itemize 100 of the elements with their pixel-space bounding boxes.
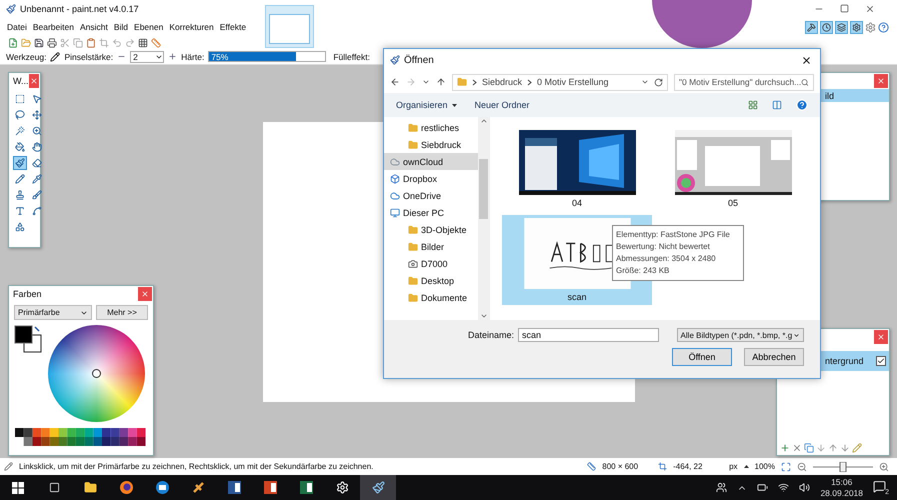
layers-toggle[interactable]	[835, 20, 848, 34]
view-icon[interactable]	[748, 100, 758, 110]
nav-item[interactable]: 3D-Objekte	[384, 221, 478, 238]
new-folder-button[interactable]: Neuer Ordner	[474, 100, 530, 110]
caret-icon[interactable]	[641, 78, 649, 86]
print-icon[interactable]	[47, 38, 57, 48]
volume-icon[interactable]	[799, 482, 810, 493]
scrollbar[interactable]	[478, 117, 489, 320]
clock-toggle[interactable]	[820, 20, 833, 34]
filetype-dropdown[interactable]: Alle Bildtypen (*.pdn, *.bmp, *.g	[676, 328, 804, 342]
shapes-tool[interactable]	[13, 220, 27, 234]
nav-item[interactable]: Bilder	[384, 238, 478, 255]
hammer-toggle[interactable]	[805, 20, 818, 34]
nav-item[interactable]: D7000	[384, 255, 478, 272]
battery-icon[interactable]	[757, 482, 768, 493]
bucket-tool[interactable]	[13, 140, 27, 154]
visibility-checkbox[interactable]	[876, 356, 886, 366]
nav-item[interactable]: Siebdruck	[384, 136, 478, 153]
nav-item[interactable]: Dieser PC	[384, 204, 478, 221]
menu-item[interactable]: Effekte	[216, 22, 250, 32]
file-tile[interactable]: 05	[658, 121, 808, 211]
slider-thumb[interactable]	[840, 462, 846, 472]
hardness-slider[interactable]: 75%	[208, 51, 326, 62]
new-file-icon[interactable]	[8, 38, 18, 48]
filename-field[interactable]: scan	[518, 328, 659, 342]
nav-item[interactable]: Dropbox	[384, 170, 478, 187]
brush-size-field[interactable]: 2	[130, 50, 164, 62]
back-icon[interactable]	[390, 77, 400, 87]
menu-item[interactable]: Korrekturen	[166, 22, 217, 32]
zoom-in-icon[interactable]	[879, 462, 889, 472]
grid-icon[interactable]	[138, 38, 148, 48]
delete-icon[interactable]	[792, 443, 802, 453]
pencil-tool[interactable]	[13, 172, 27, 186]
open-button[interactable]: Öffnen	[672, 348, 732, 366]
menu-item[interactable]: Datei	[4, 22, 30, 32]
maximize-icon[interactable]	[840, 4, 849, 13]
up-icon[interactable]	[436, 77, 446, 87]
nav-item[interactable]: restliches	[384, 119, 478, 136]
dashed-square-tool[interactable]	[13, 92, 27, 106]
down-arrow-icon[interactable]	[840, 443, 850, 453]
brush-tool-icon[interactable]	[50, 52, 60, 62]
unit-selector[interactable]: px	[729, 462, 738, 471]
scroll-down-icon[interactable]	[480, 312, 488, 320]
refresh-icon[interactable]	[654, 78, 663, 86]
nav-item[interactable]: Dokumente	[384, 289, 478, 306]
clock-date[interactable]: 28.09.2018	[820, 488, 863, 498]
close-button[interactable]	[874, 74, 888, 88]
nav-item[interactable]: Desktop	[384, 272, 478, 289]
wifi-icon[interactable]	[778, 482, 790, 493]
wand-tool[interactable]	[13, 124, 27, 138]
more-button[interactable]: Mehr >>	[96, 305, 148, 320]
color-wheel[interactable]	[48, 325, 145, 422]
close-button[interactable]	[138, 287, 152, 301]
history-caret-icon[interactable]	[422, 78, 430, 86]
scroll-thumb[interactable]	[479, 158, 488, 218]
preview-pane-icon[interactable]	[772, 100, 782, 110]
zoom-slider[interactable]	[813, 462, 873, 472]
pipette-tool[interactable]	[30, 172, 44, 186]
search-field[interactable]: "0 Motiv Erstellung" durchsuch...	[674, 74, 814, 90]
increase-icon[interactable]	[168, 52, 178, 61]
close-icon[interactable]	[865, 4, 875, 14]
clock-time[interactable]: 15:06	[831, 476, 852, 488]
close-button[interactable]	[28, 74, 39, 88]
people-icon[interactable]	[716, 482, 728, 493]
nav-item[interactable]: ownCloud	[384, 153, 478, 170]
organize-menu[interactable]: Organisieren	[396, 100, 448, 110]
clipboard-icon[interactable]	[86, 38, 96, 48]
menu-item[interactable]: Bearbeiten	[30, 22, 77, 32]
move-arrows-tool[interactable]	[30, 108, 44, 122]
settings-icon[interactable]	[865, 22, 876, 32]
brush-tool[interactable]	[13, 156, 27, 170]
curve-tool[interactable]	[30, 204, 44, 218]
menu-item[interactable]: Bild	[110, 22, 132, 32]
scroll-up-icon[interactable]	[480, 117, 488, 125]
hand-tool[interactable]	[30, 140, 44, 154]
file-tile[interactable]: 04	[502, 121, 652, 211]
path-segment[interactable]: Siebdruck	[482, 77, 522, 87]
close-icon[interactable]	[801, 54, 812, 66]
paint-app-button[interactable]	[360, 475, 396, 500]
duplicate-icon[interactable]	[804, 443, 814, 453]
up-arrow-icon[interactable]	[828, 443, 838, 453]
zoom-out-icon[interactable]	[797, 462, 807, 472]
menu-item[interactable]: Ansicht	[76, 22, 111, 32]
zoom-tool[interactable]	[30, 124, 44, 138]
help-icon[interactable]	[878, 22, 889, 32]
eraser-tool[interactable]	[30, 156, 44, 170]
lasso-tool[interactable]	[13, 108, 27, 122]
save-icon[interactable]	[34, 38, 44, 48]
notification-icon[interactable]	[873, 480, 886, 492]
caret-icon[interactable]	[452, 104, 457, 106]
cancel-button[interactable]: Abbrechen	[744, 348, 804, 366]
path-segment[interactable]: 0 Motiv Erstellung	[537, 77, 609, 87]
properties-icon[interactable]	[852, 443, 862, 453]
color-palette[interactable]	[15, 428, 146, 446]
menu-item[interactable]: Ebenen	[131, 22, 166, 32]
fit-icon[interactable]	[781, 462, 791, 472]
nav-item[interactable]: OneDrive	[384, 187, 478, 204]
address-bar[interactable]: Siebdruck 0 Motiv Erstellung	[452, 74, 668, 90]
color-swatches-drawing[interactable]	[14, 325, 42, 355]
recolor-brush-tool[interactable]	[30, 188, 44, 202]
